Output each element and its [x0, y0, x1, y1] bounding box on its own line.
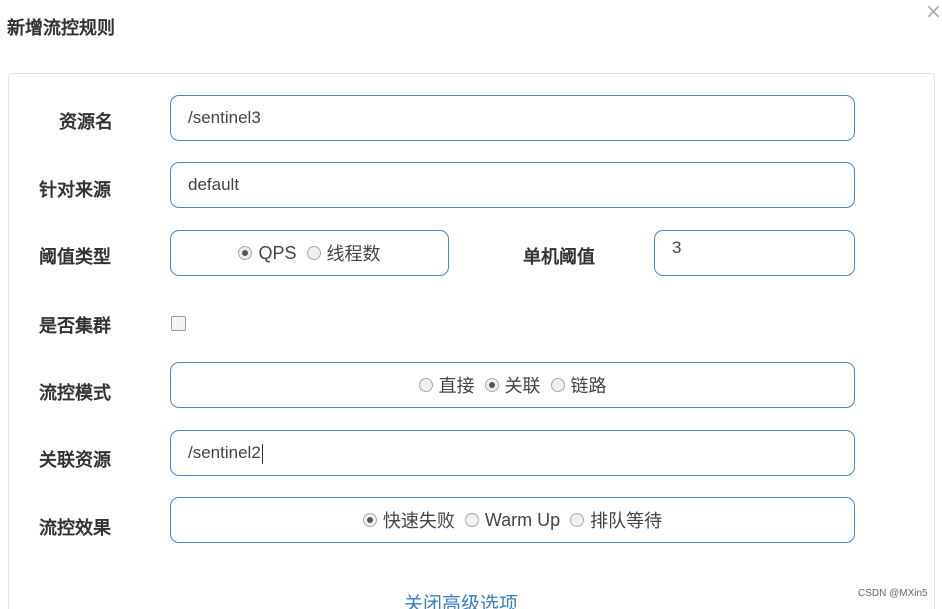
grade-label: 阈值类型: [39, 247, 111, 268]
grade-option-label: 线程数: [326, 244, 381, 264]
strategy-radio-group: 直接 关联 链路: [170, 362, 855, 408]
count-input[interactable]: 3: [654, 230, 855, 276]
close-icon[interactable]: ×: [925, 0, 942, 22]
text-caret: [261, 443, 263, 464]
strategy-option-relate[interactable]: 关联: [484, 372, 541, 398]
radio-unchecked-icon[interactable]: [464, 513, 479, 527]
grade-option-qps[interactable]: QPS: [238, 242, 297, 264]
ref-resource-value: /sentinel2: [188, 443, 261, 462]
cluster-checkbox[interactable]: [171, 316, 186, 331]
control-behavior-label: 流控效果: [39, 518, 111, 539]
ref-resource-label: 关联资源: [39, 450, 111, 471]
count-value: 3: [672, 238, 682, 257]
strategy-option-label: 关联: [504, 376, 541, 396]
radio-checked-icon[interactable]: [238, 246, 253, 260]
radio-unchecked-icon[interactable]: [570, 513, 585, 527]
radio-unchecked-icon[interactable]: [418, 378, 433, 392]
radio-unchecked-icon[interactable]: [306, 246, 321, 260]
strategy-option-label: 链路: [570, 376, 607, 396]
behavior-option-queue[interactable]: 排队等待: [570, 507, 662, 533]
grade-radio-group: QPS 线程数: [170, 230, 449, 276]
resource-input[interactable]: /sentinel3: [170, 95, 855, 141]
strategy-option-direct[interactable]: 直接: [418, 372, 475, 398]
resource-label: 资源名: [59, 112, 113, 133]
strategy-option-chain[interactable]: 链路: [550, 372, 607, 398]
limit-app-value: default: [188, 175, 240, 194]
limit-app-input[interactable]: default: [170, 162, 855, 208]
behavior-option-label: 排队等待: [590, 511, 663, 531]
count-label: 单机阈值: [523, 247, 595, 268]
dialog-title: 新增流控规则: [7, 18, 115, 39]
radio-unchecked-icon[interactable]: [550, 378, 565, 392]
control-behavior-radio-group: 快速失败 Warm Up 排队等待: [170, 497, 855, 543]
ref-resource-input[interactable]: /sentinel2: [170, 430, 855, 476]
grade-option-threads[interactable]: 线程数: [306, 240, 381, 266]
behavior-option-fast-fail[interactable]: 快速失败: [362, 507, 455, 533]
radio-checked-icon[interactable]: [484, 378, 499, 392]
grade-option-label: QPS: [258, 242, 297, 263]
strategy-label: 流控模式: [39, 383, 111, 404]
resource-value: /sentinel3: [188, 108, 261, 127]
behavior-option-label: 快速失败: [382, 511, 455, 531]
limit-app-label: 针对来源: [39, 180, 111, 201]
strategy-option-label: 直接: [438, 376, 475, 396]
close-advanced-options-link[interactable]: 关闭高级选项: [404, 589, 518, 609]
behavior-option-label: Warm Up: [484, 509, 561, 530]
radio-checked-icon[interactable]: [362, 513, 377, 527]
cluster-label: 是否集群: [39, 316, 111, 337]
watermark: CSDN @MXin5: [858, 588, 928, 599]
behavior-option-warm-up[interactable]: Warm Up: [464, 509, 561, 531]
